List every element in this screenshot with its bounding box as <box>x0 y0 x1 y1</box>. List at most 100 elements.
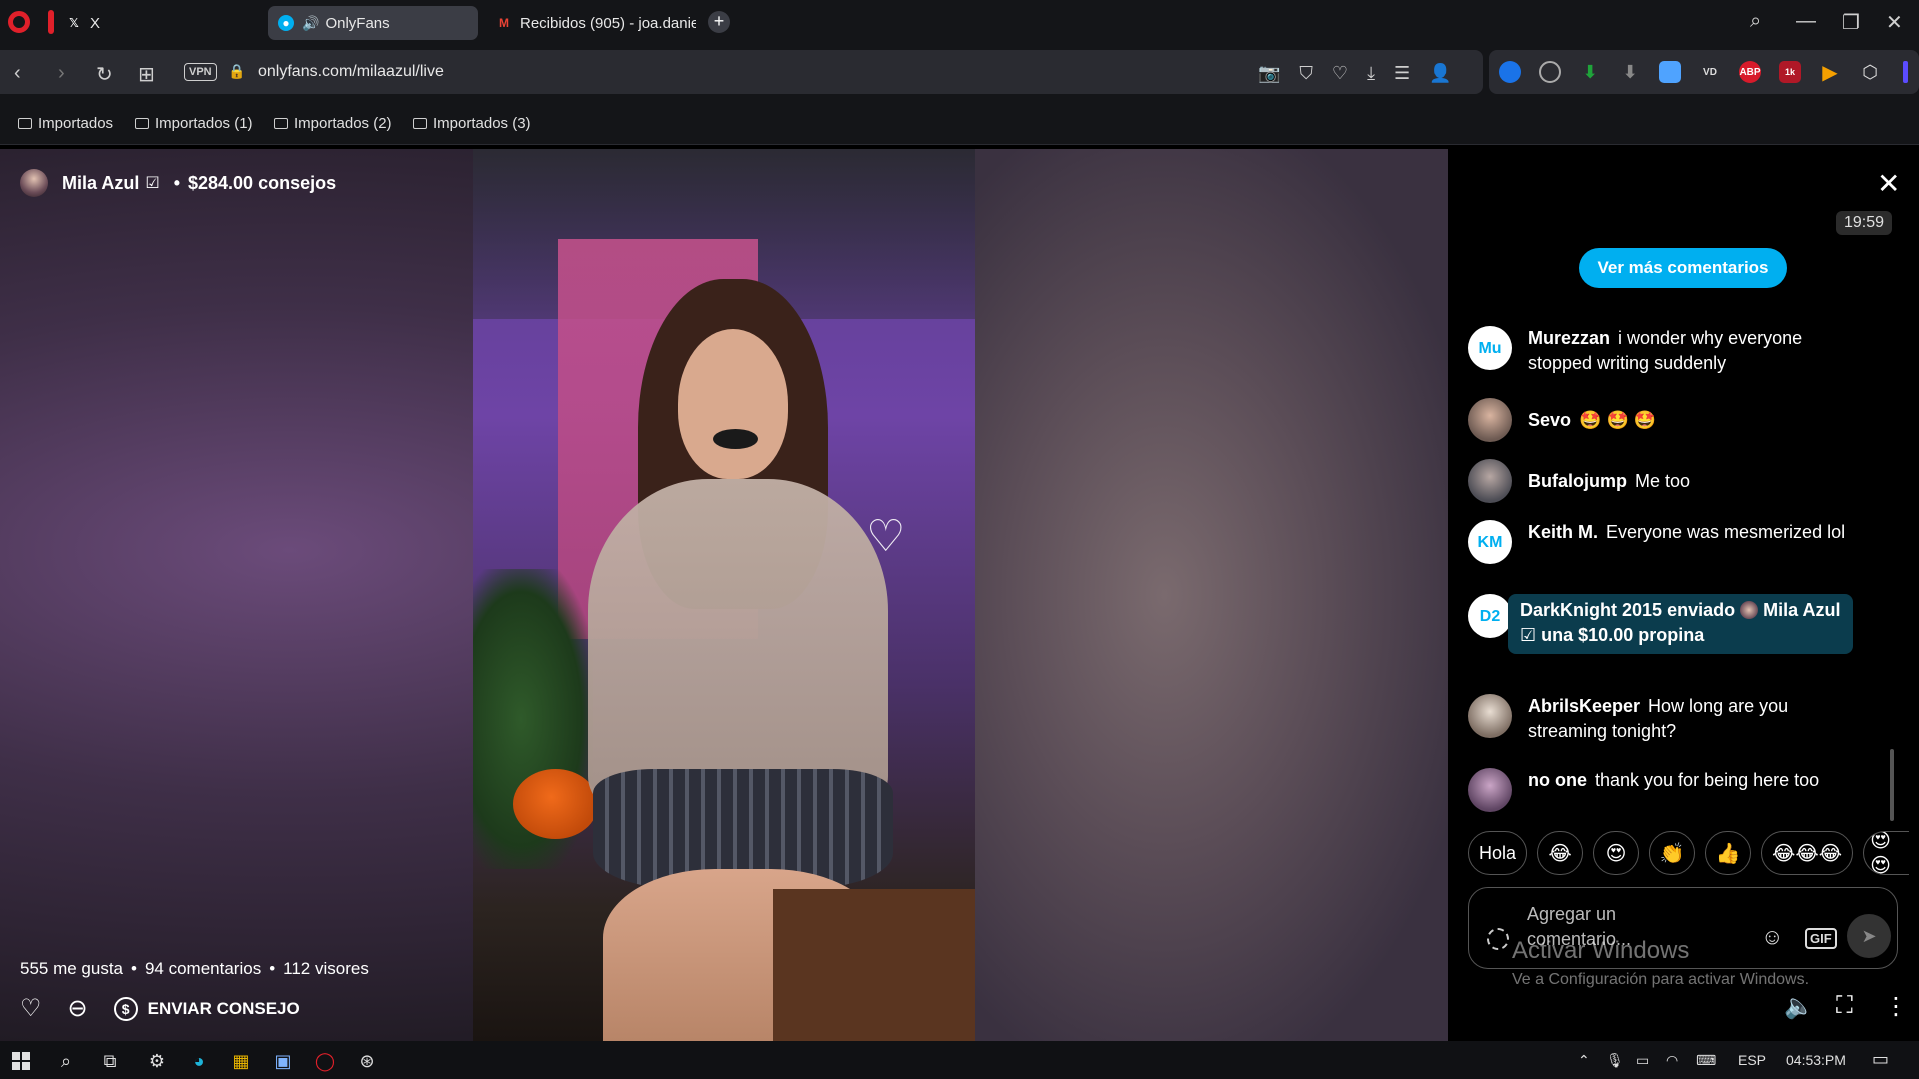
avatar[interactable] <box>1468 768 1512 812</box>
close-window-icon[interactable]: ✕ <box>1886 10 1903 35</box>
see-more-comments-button[interactable]: Ver más comentarios <box>1579 248 1787 288</box>
keyboard-icon[interactable]: ⌨ <box>1696 1052 1716 1069</box>
extension-download-green-icon[interactable]: ⬇ <box>1579 61 1601 83</box>
quick-reply-button[interactable]: Hola <box>1468 831 1528 875</box>
avatar[interactable] <box>1468 459 1512 503</box>
extension-play-icon[interactable]: ▶ <box>1819 61 1841 84</box>
avatar[interactable]: Mu <box>1468 326 1512 370</box>
chat-message: no one thank you for being here too <box>1468 768 1858 812</box>
extension-badge-icon[interactable]: 1k <box>1779 61 1801 83</box>
extension-gear-icon[interactable] <box>1539 61 1561 83</box>
quick-reply-button[interactable]: 😍😍 <box>1863 831 1910 875</box>
gif-icon[interactable]: GIF <box>1805 928 1837 949</box>
chat-scrollbar[interactable] <box>1890 749 1894 821</box>
opera-icon[interactable]: ◯ <box>314 1050 336 1072</box>
avatar[interactable]: KM <box>1468 520 1512 564</box>
quick-reply-button[interactable]: 😂 <box>1537 831 1584 875</box>
chat-username[interactable]: Keith M. <box>1528 522 1598 542</box>
fullscreen-icon[interactable]: ⛶ <box>1836 992 1853 1020</box>
restore-icon[interactable]: ❐ <box>1842 10 1860 35</box>
chat-username[interactable]: Bufalojump <box>1528 471 1627 491</box>
extension-download-gray-icon[interactable]: ⬇ <box>1619 61 1641 83</box>
back-icon[interactable]: ‹ <box>14 62 21 85</box>
task-view-icon[interactable]: ⧉ <box>99 1050 121 1072</box>
tray-chevron-icon[interactable]: ⌃ <box>1578 1052 1590 1069</box>
chat-username[interactable]: Murezzan <box>1528 328 1610 348</box>
clock[interactable]: 04:53:PM <box>1786 1052 1846 1068</box>
extension-vd-icon[interactable]: VD <box>1699 61 1721 83</box>
sidebar-toggle-icon[interactable] <box>1903 61 1908 83</box>
emoji-picker-icon[interactable]: ☺ <box>1761 924 1783 950</box>
adblock-icon[interactable]: ABP <box>1739 61 1761 83</box>
avatar[interactable] <box>1468 398 1512 442</box>
like-heart-overlay-icon: ♡ <box>866 512 906 561</box>
avatar[interactable] <box>20 169 48 197</box>
forward-icon[interactable]: › <box>58 62 65 85</box>
folder-icon <box>135 118 149 129</box>
app-icon[interactable]: ⊛ <box>356 1050 378 1072</box>
quick-reply-button[interactable]: 😍 <box>1593 831 1640 875</box>
language-indicator[interactable]: ESP <box>1738 1052 1766 1068</box>
store-icon[interactable]: ▦ <box>230 1050 252 1072</box>
shield-icon[interactable]: ⛉ <box>1299 63 1313 84</box>
onlyfans-logo-icon: ● <box>278 15 294 31</box>
bookmark-folder[interactable]: Importados (2) <box>274 115 392 132</box>
volume-icon[interactable]: 🔈 <box>1784 992 1814 1021</box>
extension-blue-icon[interactable] <box>1499 61 1521 83</box>
heart-icon[interactable]: ♡ <box>1332 63 1348 84</box>
new-tab-button[interactable]: + <box>708 11 730 33</box>
live-stream-area: ♡ Mila Azul ☑ • $284.00 consejos 555 me … <box>0 149 1448 1041</box>
streamer-name[interactable]: Mila Azul <box>62 173 139 194</box>
search-icon[interactable]: ⌕ <box>55 1050 77 1072</box>
quick-reply-button[interactable]: 👏 <box>1649 831 1696 875</box>
camera-icon[interactable]: 📷 <box>1258 63 1280 84</box>
tabs-grid-icon[interactable]: ⊞ <box>138 62 155 87</box>
avatar[interactable] <box>1468 694 1512 738</box>
url-input[interactable]: onlyfans.com/milaazul/live <box>258 63 444 81</box>
opera-menu-icon[interactable] <box>8 11 30 33</box>
more-options-icon[interactable]: ⋮ <box>1884 992 1908 1021</box>
close-icon[interactable]: ✕ <box>1877 167 1900 200</box>
extension-screenshot-icon[interactable] <box>1659 61 1681 83</box>
minimize-icon[interactable]: — <box>1796 10 1816 33</box>
profile-icon[interactable]: 👤 <box>1429 63 1451 84</box>
bookmark-folder[interactable]: Importados (1) <box>135 115 253 132</box>
app-icon[interactable]: ⚙ <box>146 1050 168 1072</box>
notifications-icon[interactable]: ▭ <box>1872 1049 1889 1070</box>
lock-icon[interactable]: 🔒 <box>228 63 245 80</box>
viewers-count: 112 visores <box>283 959 369 978</box>
bookmark-folder[interactable]: Importados (3) <box>413 115 531 132</box>
quick-reply-button[interactable]: 👍 <box>1705 831 1752 875</box>
separator-dot: • <box>269 959 276 978</box>
menu-icon[interactable]: ☰ <box>1394 63 1410 84</box>
chat-text: Everyone was mesmerized lol <box>1606 522 1846 542</box>
vpn-badge[interactable]: VPN <box>184 63 217 81</box>
hide-comments-icon[interactable]: ⊖ <box>68 994 88 1023</box>
live-video[interactable]: ♡ <box>473 149 975 1041</box>
chat-username[interactable]: AbrilsKeeper <box>1528 696 1640 716</box>
reload-icon[interactable]: ↻ <box>96 62 113 87</box>
tab-gmail[interactable]: M Recibidos (905) - joa.danie <box>486 6 696 40</box>
avatar[interactable]: D2 <box>1468 594 1512 638</box>
tab-x[interactable]: 𝕏 X <box>56 6 256 40</box>
tip-recipient[interactable]: Mila Azul <box>1763 600 1840 620</box>
speaker-icon[interactable]: 🔊 <box>302 15 319 32</box>
tab-onlyfans[interactable]: ● 🔊 OnlyFans <box>268 6 478 40</box>
windows-start-icon[interactable] <box>12 1052 30 1070</box>
chat-username[interactable]: DarkKnight 2015 <box>1520 600 1662 620</box>
edge-icon[interactable]: ◕ <box>188 1050 210 1072</box>
send-icon[interactable]: ➤ <box>1847 914 1891 958</box>
extension-box-icon[interactable]: ⬡ <box>1859 61 1881 83</box>
app-icon[interactable]: ▣ <box>272 1050 294 1072</box>
download-icon[interactable]: ⤓ <box>1367 63 1375 84</box>
battery-icon[interactable]: ▭ <box>1636 1052 1649 1069</box>
send-tip-button[interactable]: $ ENVIAR CONSEJO <box>113 996 300 1021</box>
chat-username[interactable]: no one <box>1528 770 1587 790</box>
quick-reply-button[interactable]: 😂😂😂 <box>1761 831 1854 875</box>
like-heart-icon[interactable]: ♡ <box>20 994 42 1023</box>
wifi-icon[interactable]: ◠ <box>1666 1052 1678 1069</box>
search-tabs-icon[interactable]: ⌕ <box>1750 10 1761 33</box>
bookmark-folder[interactable]: Importados <box>18 115 113 132</box>
chat-username[interactable]: Sevo <box>1528 410 1571 430</box>
microphone-icon[interactable]: 🎙 <box>1606 1052 1624 1069</box>
